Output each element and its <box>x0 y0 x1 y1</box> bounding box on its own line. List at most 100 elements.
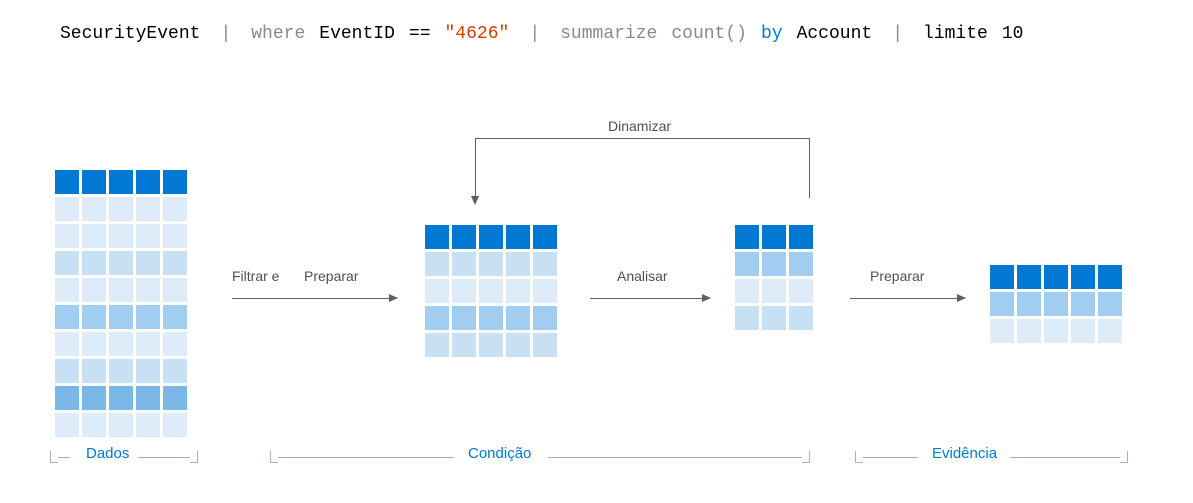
bracket-left-icon <box>270 451 278 463</box>
data-grid-evidence <box>990 265 1122 343</box>
grid-cell <box>479 306 503 330</box>
grid-row <box>55 305 187 329</box>
grid-row <box>990 319 1122 343</box>
pipe-icon: | <box>886 24 909 44</box>
kql-where-op: == <box>409 24 431 44</box>
kql-summarize-fn: count() <box>671 24 747 44</box>
arrow-right-icon <box>850 298 965 299</box>
section-divider <box>548 457 802 458</box>
grid-cell <box>109 224 133 248</box>
grid-cell <box>136 251 160 275</box>
arrow-right-icon <box>590 298 710 299</box>
kql-where-kw: where <box>251 24 305 44</box>
pivot-bracket <box>475 138 810 198</box>
grid-cell <box>163 413 187 437</box>
grid-cell <box>82 197 106 221</box>
grid-row <box>425 252 557 276</box>
grid-cell <box>533 225 557 249</box>
grid-cell <box>1098 265 1122 289</box>
data-grid-dados <box>55 170 187 437</box>
grid-row <box>55 359 187 383</box>
grid-cell <box>506 306 530 330</box>
section-label-condition: Condição <box>460 445 539 462</box>
grid-cell <box>136 305 160 329</box>
grid-cell <box>55 305 79 329</box>
grid-cell <box>55 413 79 437</box>
grid-cell <box>479 279 503 303</box>
grid-cell <box>136 224 160 248</box>
kql-where-field: EventID <box>319 24 395 44</box>
data-grid-condition-2 <box>735 225 813 330</box>
grid-cell <box>452 279 476 303</box>
kql-query-line: SecurityEvent | where EventID == "4626" … <box>60 24 1153 44</box>
grid-cell <box>1044 265 1068 289</box>
grid-cell <box>109 197 133 221</box>
kql-limit-val: 10 <box>1002 24 1024 44</box>
grid-cell <box>109 170 133 194</box>
grid-cell <box>990 292 1014 316</box>
grid-cell <box>506 279 530 303</box>
kql-table: SecurityEvent <box>60 24 200 44</box>
grid-cell <box>136 278 160 302</box>
prepare1-label: Preparar <box>304 268 358 284</box>
grid-cell <box>82 170 106 194</box>
grid-cell <box>425 252 449 276</box>
filter-label: Filtrar e <box>232 268 279 284</box>
grid-cell <box>425 306 449 330</box>
grid-cell <box>452 306 476 330</box>
grid-cell <box>163 359 187 383</box>
grid-cell <box>109 359 133 383</box>
grid-cell <box>82 278 106 302</box>
bracket-right-icon <box>802 451 810 463</box>
grid-cell <box>109 251 133 275</box>
grid-cell <box>735 225 759 249</box>
kql-by-field: Account <box>797 24 873 44</box>
grid-cell <box>425 333 449 357</box>
grid-cell <box>163 197 187 221</box>
grid-cell <box>55 359 79 383</box>
grid-row <box>425 306 557 330</box>
grid-cell <box>533 333 557 357</box>
grid-cell <box>82 251 106 275</box>
grid-row <box>990 292 1122 316</box>
grid-cell <box>533 252 557 276</box>
grid-cell <box>1071 292 1095 316</box>
grid-cell <box>762 279 786 303</box>
section-divider <box>138 457 190 458</box>
grid-cell <box>109 278 133 302</box>
grid-cell <box>109 305 133 329</box>
grid-cell <box>136 386 160 410</box>
grid-cell <box>789 225 813 249</box>
prepare2-label: Preparar <box>870 268 924 284</box>
grid-cell <box>136 197 160 221</box>
grid-cell <box>479 252 503 276</box>
grid-cell <box>109 413 133 437</box>
grid-cell <box>82 332 106 356</box>
grid-cell <box>163 305 187 329</box>
grid-row <box>55 413 187 437</box>
grid-cell <box>1044 319 1068 343</box>
grid-row <box>55 197 187 221</box>
grid-cell <box>1017 319 1041 343</box>
section-labels: Dados Condição Evidência <box>0 443 1193 473</box>
pipe-icon: | <box>523 24 546 44</box>
grid-cell <box>1044 292 1068 316</box>
grid-cell <box>735 306 759 330</box>
grid-cell <box>136 332 160 356</box>
grid-row <box>425 225 557 249</box>
grid-cell <box>55 197 79 221</box>
grid-cell <box>82 359 106 383</box>
grid-cell <box>762 306 786 330</box>
grid-cell <box>479 333 503 357</box>
grid-row <box>425 333 557 357</box>
grid-cell <box>452 333 476 357</box>
arrowhead-down-icon <box>471 196 479 205</box>
grid-cell <box>479 225 503 249</box>
diagram-stage: Dinamizar Filtrar e Preparar Analisar Pr… <box>0 150 1193 430</box>
data-grid-condition-1 <box>425 225 557 357</box>
grid-cell <box>506 333 530 357</box>
grid-cell <box>136 413 160 437</box>
grid-cell <box>55 386 79 410</box>
grid-cell <box>1098 292 1122 316</box>
grid-cell <box>109 386 133 410</box>
